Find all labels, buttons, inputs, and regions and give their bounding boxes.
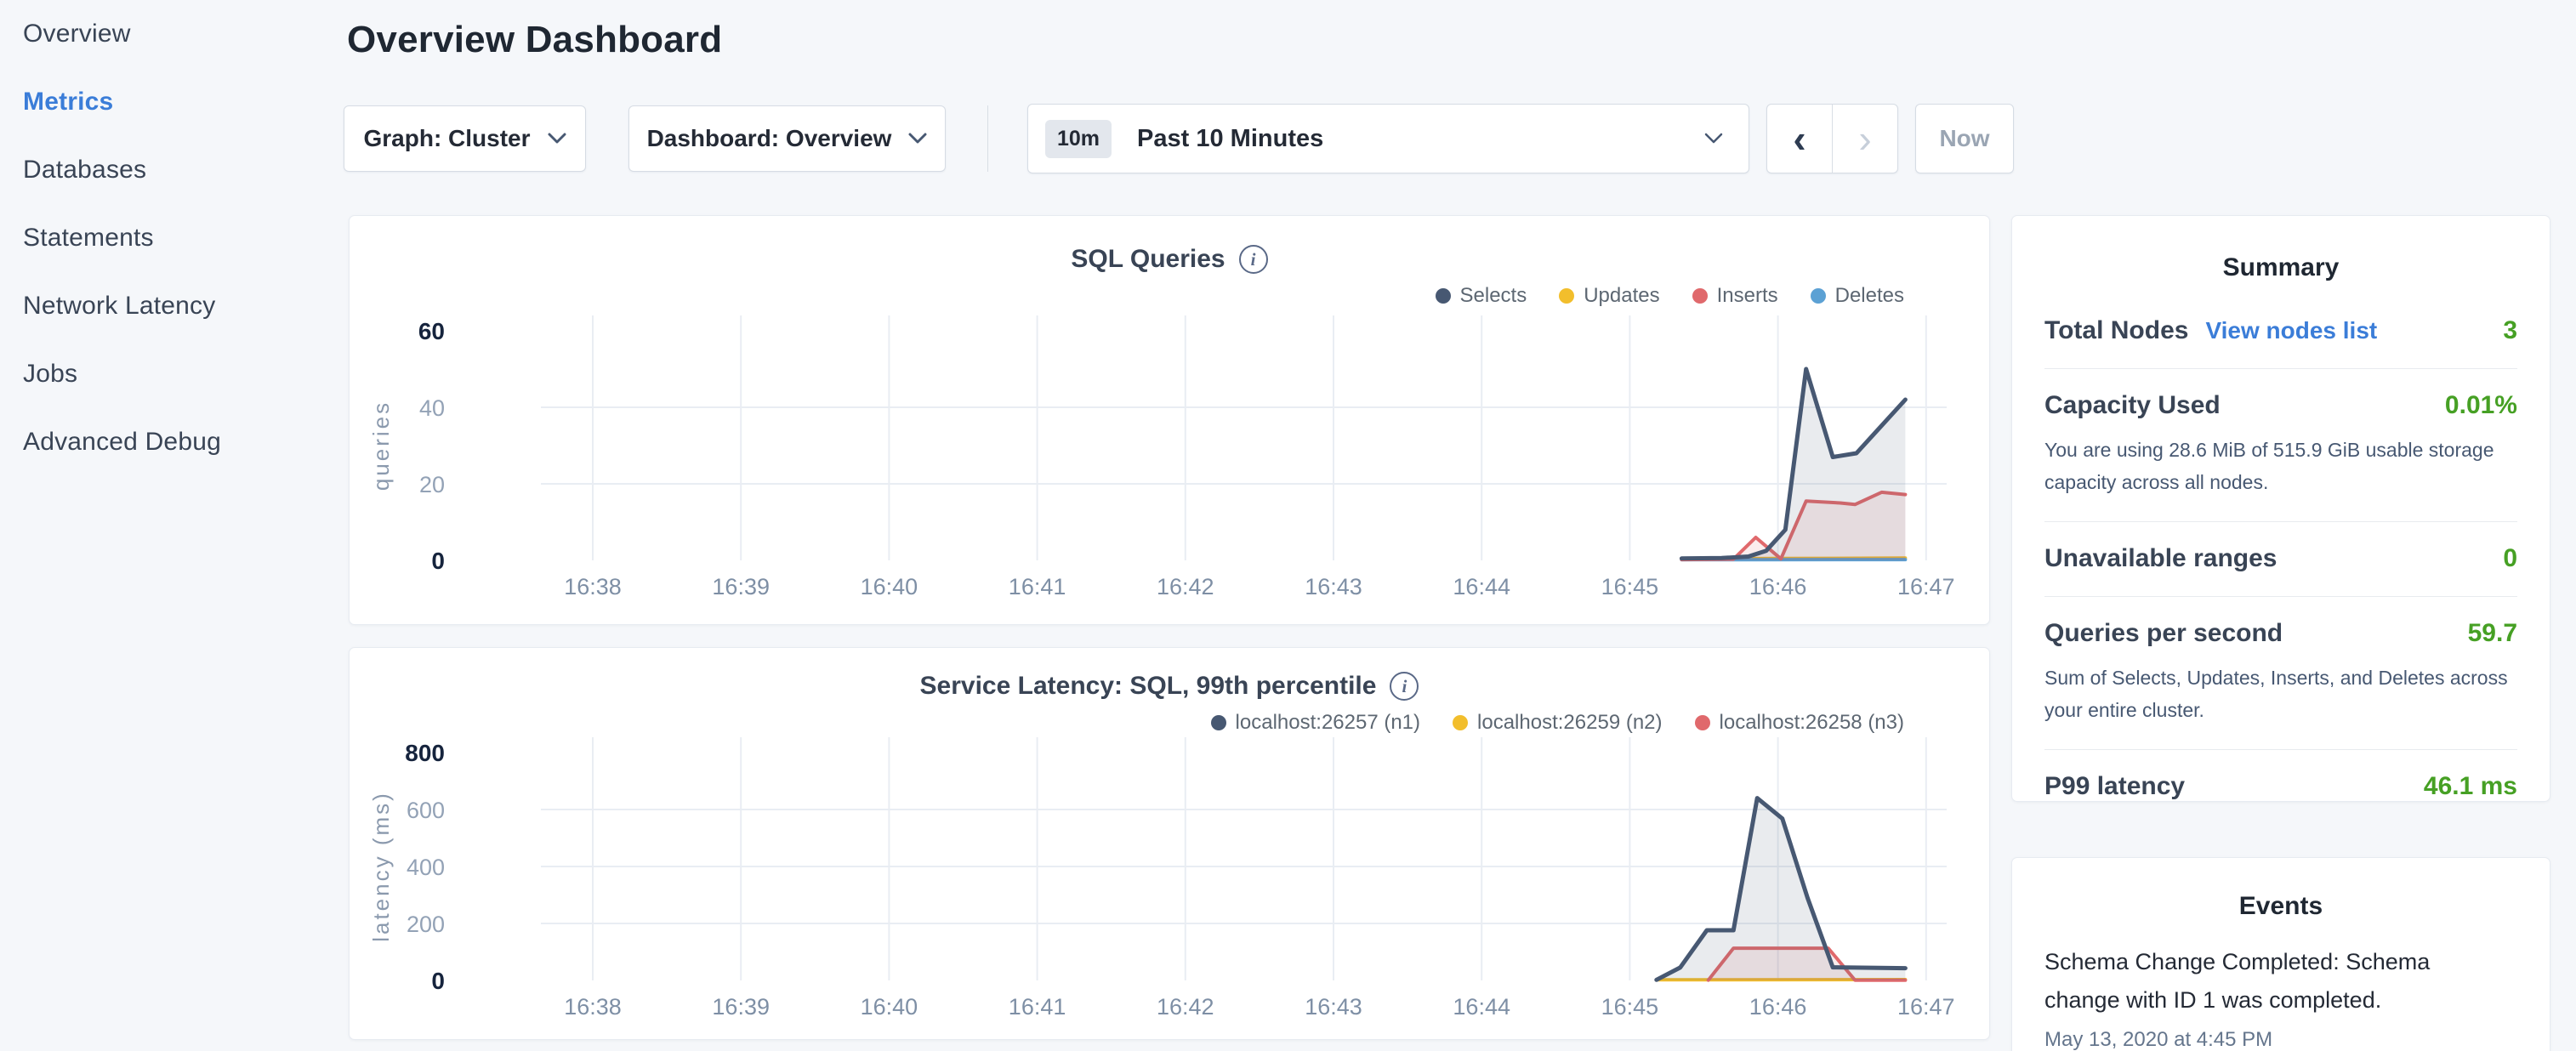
svg-text:16:40: 16:40 <box>861 994 918 1020</box>
svg-text:16:43: 16:43 <box>1305 574 1362 599</box>
svg-text:queries: queries <box>368 401 394 491</box>
dashboard-dropdown[interactable]: Dashboard: Overview <box>628 105 946 172</box>
chevron-down-icon <box>908 133 927 145</box>
summary-row-queries-per-second: Queries per second 59.7 Sum of Selects, … <box>2044 597 2517 750</box>
svg-text:16:39: 16:39 <box>712 574 770 599</box>
sql-queries-chart[interactable]: 16:38 16:39 16:40 16:41 16:42 16:43 16:44 16:45… <box>350 216 1991 626</box>
summary-row-p99-latency: P99 latency 46.1 ms <box>2044 750 2517 824</box>
time-step-forward-button[interactable]: › <box>1833 105 1897 173</box>
summary-panel: Summary Total Nodes View nodes list 3 Ca… <box>2011 215 2550 802</box>
events-panel: Events Schema Change Completed: Schema c… <box>2011 857 2550 1051</box>
sidebar-item-network-latency[interactable]: Network Latency <box>23 291 333 321</box>
svg-text:16:42: 16:42 <box>1157 994 1214 1020</box>
summary-label: Total Nodes <box>2044 316 2188 345</box>
svg-text:16:47: 16:47 <box>1897 994 1955 1020</box>
svg-text:16:39: 16:39 <box>712 994 770 1020</box>
summary-label: P99 latency <box>2044 772 2185 801</box>
svg-text:16:40: 16:40 <box>861 574 918 599</box>
sidebar-item-overview[interactable]: Overview <box>23 19 333 49</box>
summary-description: You are using 28.6 MiB of 515.9 GiB usab… <box>2044 434 2517 498</box>
svg-text:16:38: 16:38 <box>564 994 622 1020</box>
svg-text:16:46: 16:46 <box>1749 574 1807 599</box>
summary-description: Sum of Selects, Updates, Inserts, and De… <box>2044 662 2517 726</box>
service-latency-chart-panel: Service Latency: SQL, 99th percentile i … <box>349 647 1990 1040</box>
overview-dashboard-page: { "sidebar": { "items": [ {"label": "Ove… <box>0 0 2576 1051</box>
svg-text:16:44: 16:44 <box>1453 994 1510 1020</box>
summary-value: 0 <box>2503 544 2517 573</box>
service-latency-chart[interactable]: 16:38 16:39 16:40 16:41 16:42 16:43 16:44 16:45… <box>350 648 1991 1041</box>
svg-text:16:38: 16:38 <box>564 574 622 599</box>
svg-text:16:45: 16:45 <box>1601 994 1659 1020</box>
svg-text:latency (ms): latency (ms) <box>368 791 394 942</box>
svg-text:600: 600 <box>407 798 445 823</box>
page-title: Overview Dashboard <box>347 19 722 61</box>
summary-value: 46.1 ms <box>2424 772 2517 801</box>
svg-text:16:44: 16:44 <box>1453 574 1510 599</box>
svg-text:16:41: 16:41 <box>1009 574 1066 599</box>
svg-text:0: 0 <box>431 968 445 994</box>
svg-text:200: 200 <box>407 912 445 937</box>
summary-label: Unavailable ranges <box>2044 544 2277 573</box>
sql-queries-chart-panel: SQL Queries i SelectsUpdatesInsertsDelet… <box>349 215 1990 625</box>
summary-title: Summary <box>2012 253 2550 282</box>
event-timestamp: May 13, 2020 at 4:45 PM <box>2044 1028 2517 1051</box>
svg-text:20: 20 <box>419 472 445 497</box>
time-range-dropdown[interactable]: 10m Past 10 Minutes <box>1027 104 1749 173</box>
dashboard-label: Dashboard: Overview <box>647 125 892 152</box>
svg-text:0: 0 <box>431 548 445 574</box>
graph-scope-label: Graph: Cluster <box>363 125 530 152</box>
summary-row-total-nodes: Total Nodes View nodes list 3 <box>2044 294 2517 369</box>
svg-text:40: 40 <box>419 395 445 421</box>
summary-row-capacity-used: Capacity Used 0.01% You are using 28.6 M… <box>2044 369 2517 522</box>
summary-label: Capacity Used <box>2044 391 2221 420</box>
sidebar-item-metrics[interactable]: Metrics <box>23 87 333 117</box>
event-message: Schema Change Completed: Schema change w… <box>2044 943 2461 1020</box>
summary-label: Queries per second <box>2044 619 2283 648</box>
view-nodes-list-link[interactable]: View nodes list <box>2205 317 2377 344</box>
summary-value: 59.7 <box>2468 619 2517 648</box>
time-range-label: Past 10 Minutes <box>1137 125 1687 153</box>
sidebar-nav: Overview Metrics Databases Statements Ne… <box>0 0 333 1051</box>
svg-text:800: 800 <box>405 740 445 766</box>
time-step-back-button[interactable]: ‹ <box>1767 105 1833 173</box>
svg-text:60: 60 <box>418 318 445 344</box>
sidebar-item-statements[interactable]: Statements <box>23 223 333 253</box>
svg-text:16:42: 16:42 <box>1157 574 1214 599</box>
time-step-buttons: ‹ › <box>1766 104 1898 173</box>
sidebar-item-jobs[interactable]: Jobs <box>23 359 333 389</box>
sidebar-item-databases[interactable]: Databases <box>23 155 333 185</box>
event-list-item[interactable]: Schema Change Completed: Schema change w… <box>2012 943 2550 1051</box>
svg-text:16:43: 16:43 <box>1305 994 1362 1020</box>
time-now-button[interactable]: Now <box>1915 104 2014 173</box>
sidebar-item-advanced-debug[interactable]: Advanced Debug <box>23 427 333 457</box>
summary-value: 3 <box>2503 316 2517 345</box>
chevron-down-icon <box>1704 133 1723 145</box>
svg-text:400: 400 <box>407 855 445 880</box>
graph-scope-dropdown[interactable]: Graph: Cluster <box>344 105 586 172</box>
chevron-down-icon <box>548 133 566 145</box>
svg-text:16:47: 16:47 <box>1897 574 1955 599</box>
time-range-badge: 10m <box>1045 120 1112 158</box>
summary-row-unavailable-ranges: Unavailable ranges 0 <box>2044 522 2517 597</box>
svg-text:16:45: 16:45 <box>1601 574 1659 599</box>
svg-text:16:41: 16:41 <box>1009 994 1066 1020</box>
svg-text:16:46: 16:46 <box>1749 994 1807 1020</box>
events-title: Events <box>2012 892 2550 921</box>
summary-value: 0.01% <box>2445 391 2517 420</box>
controls-divider <box>987 105 988 172</box>
